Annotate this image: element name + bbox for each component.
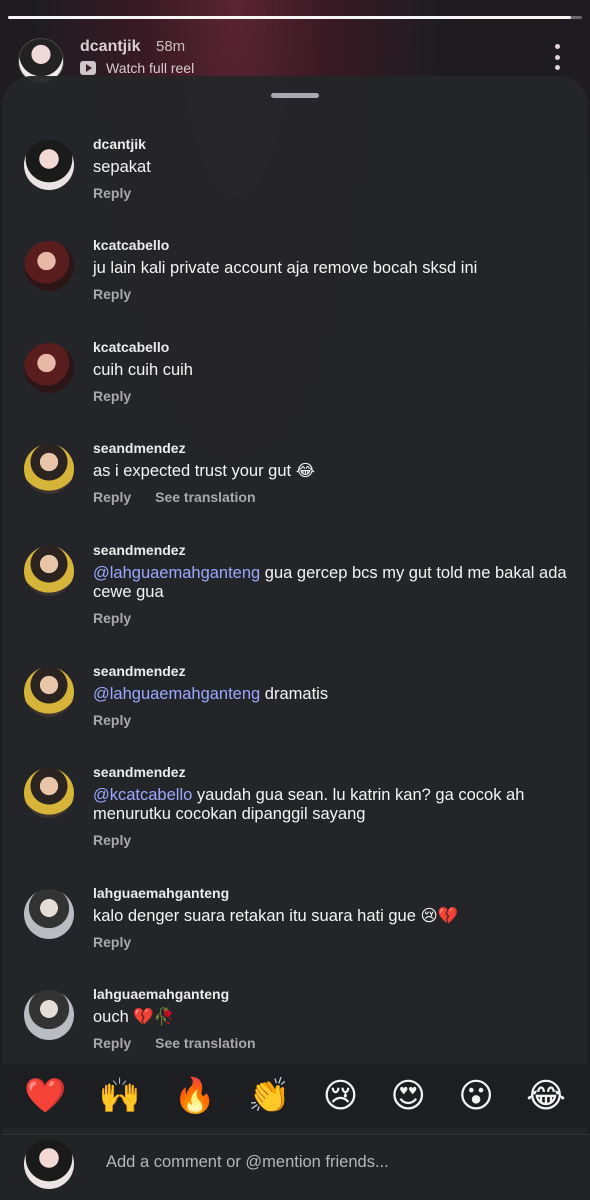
comment-actions: Reply [93,286,131,302]
sheet-drag-handle[interactable] [271,93,319,98]
reel-progress-fill [8,16,571,19]
comment-composer: Add a comment or @mention friends... [0,1134,590,1200]
comment-username[interactable]: kcatcabello [93,339,169,355]
comment-text: @lahguaemahganteng gua gercep bcs my gut… [93,564,578,602]
comment-username[interactable]: dcantjik [93,136,146,152]
watch-full-reel-label: Watch full reel [106,60,195,76]
comment-actions: Reply [93,185,131,201]
reply-button[interactable]: Reply [93,489,131,505]
comment-actions: Reply [93,610,131,626]
comment-avatar[interactable] [24,444,74,494]
comment-text: as i expected trust your gut 😂 [93,462,315,480]
reply-button[interactable]: Reply [93,712,131,728]
comment-text: cuih cuih cuih [93,361,193,379]
comment-text: ju lain kali private account aja remove … [93,259,478,277]
comment-text: kalo denger suara retakan itu suara hati… [93,907,459,925]
watch-full-reel-button[interactable]: Watch full reel [80,60,194,76]
comment-avatar[interactable] [24,241,74,291]
comment-actions: Reply See translation [93,1035,256,1051]
reaction-heart-eyes-emoji[interactable]: 😍 [391,1076,426,1116]
comment-username[interactable]: seandmendez [93,663,186,679]
reaction-heart-emoji[interactable]: ❤️ [24,1076,66,1116]
comment-actions: Reply [93,832,131,848]
comment-avatar[interactable] [24,546,74,596]
current-user-avatar [24,1139,74,1189]
comment-text: @lahguaemahganteng dramatis [93,685,578,704]
reply-button[interactable]: Reply [93,832,131,848]
reply-button[interactable]: Reply [93,610,131,626]
comment-avatar[interactable] [24,667,74,717]
comment-avatar[interactable] [24,889,74,939]
mention-link[interactable]: @lahguaemahganteng [93,685,260,703]
reaction-clap-emoji[interactable]: 👏 [248,1076,290,1116]
comment-text: sepakat [93,158,151,176]
comment-avatar[interactable] [24,140,74,190]
reply-button[interactable]: Reply [93,185,131,201]
comment-username[interactable]: lahguaemahganteng [93,885,229,901]
comment-actions: Reply [93,712,131,728]
see-translation-button[interactable]: See translation [155,1035,255,1051]
reply-button[interactable]: Reply [93,388,131,404]
comment-username[interactable]: seandmendez [93,440,186,456]
comment-avatar[interactable] [24,990,74,1040]
reply-button[interactable]: Reply [93,286,131,302]
comment-username[interactable]: seandmendez [93,764,186,780]
comment-body: dramatis [260,685,329,703]
reel-author-username[interactable]: dcantjik [80,38,140,56]
comment-username[interactable]: kcatcabello [93,237,169,253]
mention-link[interactable]: @lahguaemahganteng [93,564,260,582]
comment-actions: Reply [93,388,131,404]
reaction-laughing-emoji[interactable]: 😂 [526,1076,566,1116]
comment-actions: Reply [93,934,131,950]
comment-username[interactable]: seandmendez [93,542,186,558]
comment-avatar[interactable] [24,343,74,393]
more-vertical-icon[interactable] [554,44,560,70]
comment-actions: Reply See translation [93,489,256,505]
comment-avatar[interactable] [24,768,74,818]
reel-timestamp: 58m [156,38,186,55]
reaction-surprised-emoji[interactable]: 😮 [458,1076,493,1116]
reaction-crying-emoji[interactable]: 😢 [323,1076,358,1116]
play-icon [80,61,96,75]
comment-username[interactable]: lahguaemahganteng [93,986,229,1002]
see-translation-button[interactable]: See translation [155,489,255,505]
quick-reaction-bar: ❤️ 🙌 🔥 👏 😢 😍 😮 😂 [0,1064,590,1128]
reel-progress-bar [8,16,582,19]
comment-input[interactable]: Add a comment or @mention friends... [106,1153,389,1172]
reply-button[interactable]: Reply [93,1035,131,1051]
comment-text: ouch 💔🥀 [93,1008,175,1026]
mention-link[interactable]: @kcatcabello [93,786,192,804]
reaction-fire-emoji[interactable]: 🔥 [173,1076,215,1116]
comments-sheet [2,76,588,1200]
comment-text: @kcatcabello yaudah gua sean. lu katrin … [93,786,578,824]
reaction-raised-hands-emoji[interactable]: 🙌 [99,1076,141,1116]
reply-button[interactable]: Reply [93,934,131,950]
